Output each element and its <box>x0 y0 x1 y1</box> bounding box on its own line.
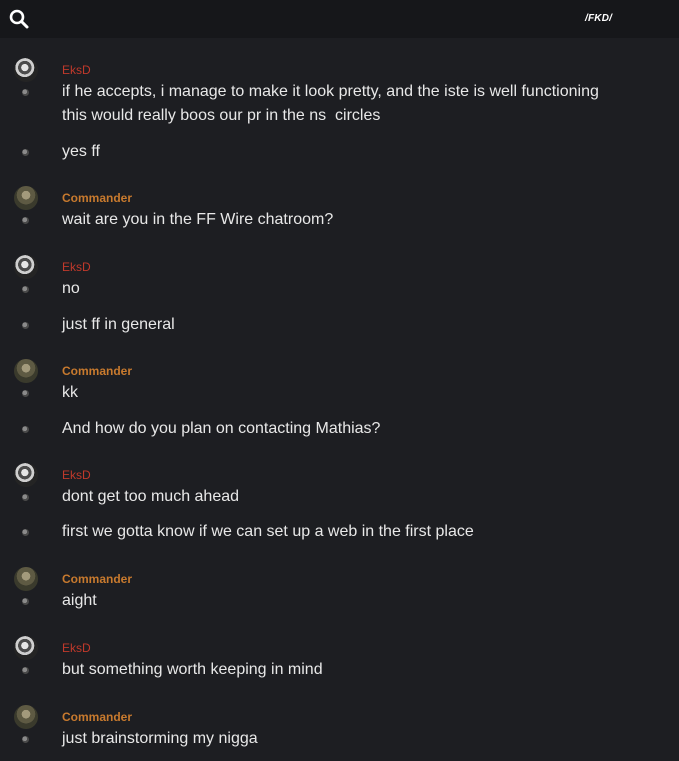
message-text: no <box>62 280 80 297</box>
message-text: aight <box>62 592 97 609</box>
message-dot-icon <box>22 286 29 293</box>
author-name[interactable]: Commander <box>62 710 132 724</box>
message-dot-icon <box>22 529 29 536</box>
author-name[interactable]: EksD <box>62 641 91 655</box>
message-dot-icon <box>22 149 29 156</box>
author-name[interactable]: EksD <box>62 260 91 274</box>
avatar[interactable] <box>14 636 38 660</box>
message-dot-icon <box>22 667 29 674</box>
message-dot-icon <box>22 89 29 96</box>
message-dot-icon <box>22 390 29 397</box>
author-name[interactable]: Commander <box>62 364 132 378</box>
avatar[interactable] <box>14 255 38 279</box>
avatar[interactable] <box>14 567 38 591</box>
search-button[interactable] <box>8 8 30 30</box>
message-text: just ff in general <box>62 316 175 333</box>
message-text: kk <box>62 384 78 401</box>
message-text: yes ff <box>62 143 100 160</box>
author-name[interactable]: Commander <box>62 191 132 205</box>
message-text: but something worth keeping in mind <box>62 661 323 678</box>
message-dot-icon <box>22 426 29 433</box>
top-bar: /FKD/ <box>0 0 679 38</box>
message-text: if he accepts, i manage to make it look … <box>62 83 599 100</box>
message-text: And how do you plan on contacting Mathia… <box>62 420 381 437</box>
author-name[interactable]: EksD <box>62 63 91 77</box>
message-dot-icon <box>22 736 29 743</box>
search-icon[interactable] <box>8 8 30 30</box>
avatar[interactable] <box>14 186 38 210</box>
author-name[interactable]: EksD <box>62 468 91 482</box>
message-text: this would really boos our pr in the ns … <box>62 107 381 124</box>
avatar[interactable] <box>14 705 38 729</box>
avatar[interactable] <box>14 463 38 487</box>
message-text: dont get too much ahead <box>62 488 240 505</box>
author-name[interactable]: Commander <box>62 572 132 586</box>
message-text: wait are you in the FF Wire chatroom? <box>62 211 334 228</box>
message-dot-icon <box>22 494 29 501</box>
avatar[interactable] <box>14 359 38 383</box>
message-text: first we gotta know if we can set up a w… <box>62 523 474 540</box>
message-text: just brainstorming my nigga <box>62 730 258 747</box>
channel-name: /FKD/ <box>585 13 613 24</box>
message-dot-icon <box>22 217 29 224</box>
message-feed[interactable]: EksD if he accepts, i manage to make it … <box>0 38 679 761</box>
avatar[interactable] <box>14 58 38 82</box>
message-dot-icon <box>22 322 29 329</box>
message-dot-icon <box>22 598 29 605</box>
